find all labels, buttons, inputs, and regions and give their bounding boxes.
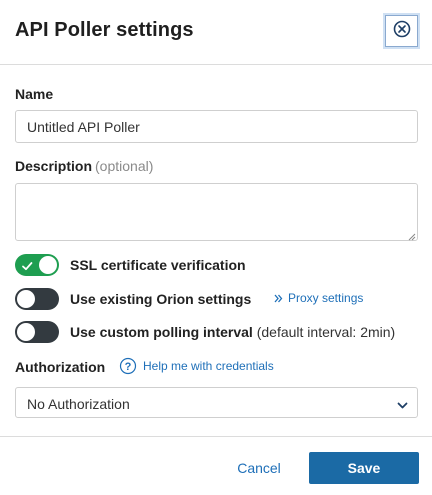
toggle-knob bbox=[39, 256, 57, 274]
proxy-settings-link[interactable]: Proxy settings bbox=[274, 291, 363, 305]
ssl-verification-toggle[interactable] bbox=[15, 254, 59, 276]
question-circle-icon[interactable]: ? bbox=[119, 357, 137, 375]
proxy-settings-label[interactable]: Proxy settings bbox=[288, 291, 363, 305]
check-icon bbox=[21, 259, 33, 277]
cancel-button[interactable]: Cancel bbox=[226, 452, 292, 484]
close-circle-icon bbox=[393, 20, 411, 43]
description-textarea[interactable] bbox=[15, 183, 418, 241]
description-label-text: Description bbox=[15, 158, 93, 174]
optional-hint: (optional) bbox=[95, 158, 154, 174]
orion-settings-label: Use existing Orion settings bbox=[70, 291, 252, 307]
resize-grip-icon[interactable] bbox=[406, 228, 416, 241]
ssl-verification-label: SSL certificate verification bbox=[70, 257, 246, 273]
polling-interval-toggle[interactable] bbox=[15, 321, 59, 343]
polling-interval-row: Use custom polling interval (default int… bbox=[15, 321, 395, 343]
authorization-select[interactable]: No Authorization bbox=[15, 387, 418, 418]
polling-interval-label-text: Use custom polling interval bbox=[70, 324, 253, 340]
ssl-verification-row: SSL certificate verification bbox=[15, 254, 246, 276]
dialog-header: API Poller settings bbox=[0, 0, 432, 65]
authorization-selected-value: No Authorization bbox=[27, 396, 130, 412]
chevron-down-icon bbox=[397, 398, 408, 416]
toggle-knob bbox=[17, 323, 35, 341]
orion-settings-row: Use existing Orion settings bbox=[15, 288, 251, 310]
toggle-knob bbox=[17, 290, 35, 308]
name-label: Name bbox=[15, 86, 54, 102]
polling-interval-note: (default interval: 2min) bbox=[256, 324, 396, 340]
polling-interval-label: Use custom polling interval (default int… bbox=[70, 324, 395, 340]
save-button[interactable]: Save bbox=[309, 452, 419, 484]
authorization-label: Authorization bbox=[15, 359, 106, 375]
double-chevron-right-icon bbox=[274, 294, 283, 302]
description-label: Description (optional) bbox=[15, 158, 153, 174]
orion-settings-toggle[interactable] bbox=[15, 288, 59, 310]
close-button[interactable] bbox=[385, 15, 418, 47]
footer-divider bbox=[0, 436, 432, 437]
name-input[interactable] bbox=[15, 110, 418, 143]
svg-text:?: ? bbox=[125, 361, 132, 373]
help-credentials-link[interactable]: Help me with credentials bbox=[143, 359, 274, 373]
dialog-title: API Poller settings bbox=[15, 19, 194, 41]
